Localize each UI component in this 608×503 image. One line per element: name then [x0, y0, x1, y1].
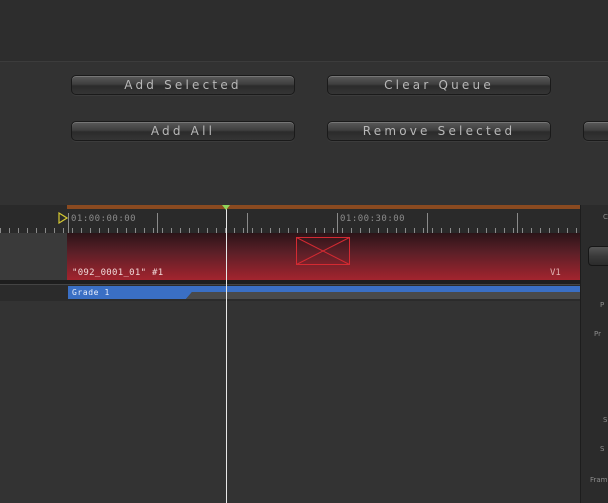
remove-selected-button[interactable]: Remove Selected: [327, 121, 551, 141]
right-panel-label-3: Pr: [594, 330, 601, 338]
clip-track-badge: V1: [550, 268, 561, 278]
ruler-timecode-start: 01:00:00:00: [71, 214, 137, 224]
ruler-timecode-30s: 01:00:30:00: [340, 214, 406, 224]
clear-queue-button[interactable]: Clear Queue: [327, 75, 551, 95]
playhead-handle-icon[interactable]: [222, 205, 230, 210]
right-panel-label-5: S: [600, 445, 605, 453]
video-track-header[interactable]: [0, 233, 68, 280]
right-panel-label-4: S: [603, 416, 608, 424]
in-point-marker-icon[interactable]: [58, 212, 68, 224]
missing-thumbnail-icon: [296, 237, 350, 265]
grade-clip-label: Grade 1: [72, 288, 110, 297]
add-all-button[interactable]: Add All: [71, 121, 295, 141]
top-header-bar: [0, 0, 608, 62]
timeline-empty-area[interactable]: [0, 301, 580, 503]
grade-clip[interactable]: [68, 286, 580, 299]
right-panel-label-6: Fram: [590, 476, 608, 484]
add-selected-button[interactable]: Add Selected: [71, 75, 295, 95]
right-panel-label-1: C: [603, 213, 608, 221]
right-panel-button[interactable]: [588, 246, 608, 266]
right-panel-label-2: P: [600, 301, 605, 309]
partial-button-right[interactable]: [583, 121, 608, 141]
playhead-line[interactable]: [226, 205, 227, 503]
clip-name-label: "092_0001_01" #1: [72, 268, 164, 278]
